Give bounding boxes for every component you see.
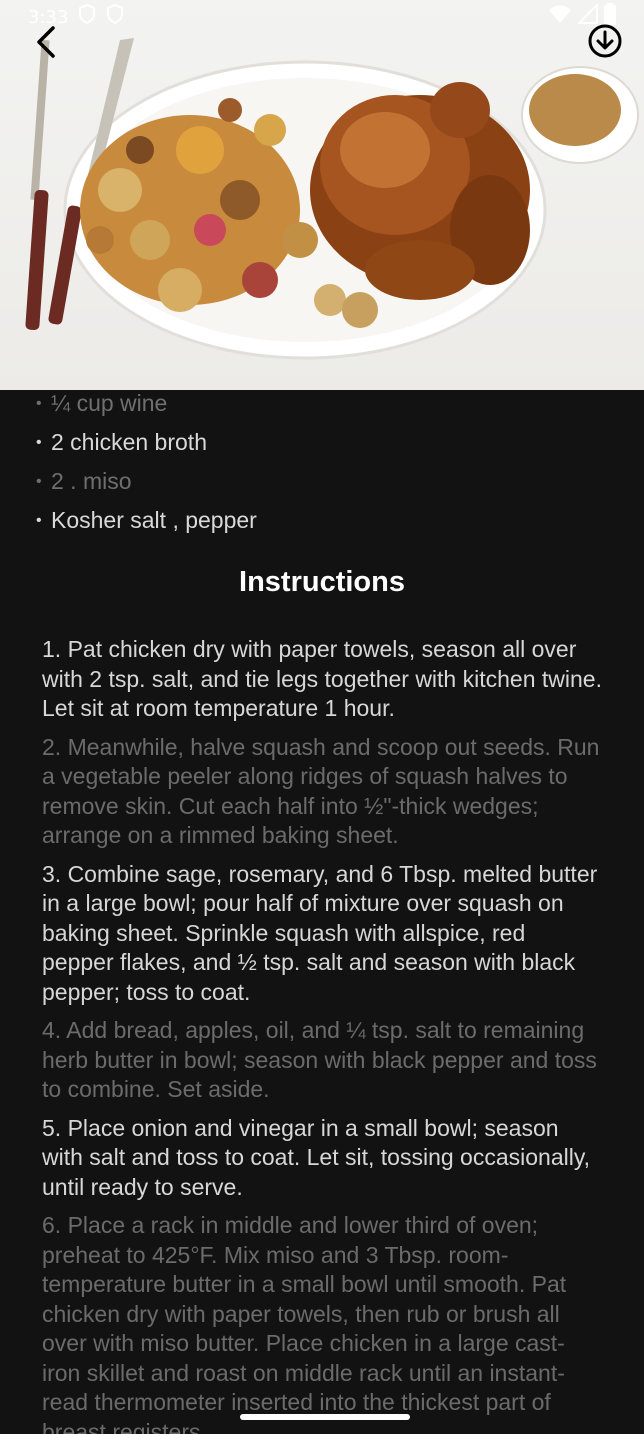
- ingredient-item: • 2 chicken broth: [36, 429, 207, 455]
- roast-chicken-illustration: [25, 38, 639, 360]
- download-circle-icon: [587, 23, 623, 64]
- instruction-step: 6. Place a rack in middle and lower thir…: [42, 1212, 567, 1434]
- ingredient-item: • Kosher salt , pepper: [36, 507, 257, 533]
- shield-icon: [106, 3, 124, 30]
- ingredients-list: • ¼ cup wine • 2 chicken broth • 2 . mis…: [0, 390, 644, 540]
- recipe-content: • ¼ cup wine • 2 chicken broth • 2 . mis…: [0, 390, 644, 1434]
- recipe-hero-image: [0, 0, 644, 390]
- instruction-step: 1. Pat chicken dry with paper towels, se…: [42, 636, 602, 721]
- instruction-step: 3. Combine sage, rosemary, and 6 Tbsp. m…: [42, 860, 598, 1005]
- back-button[interactable]: [26, 24, 66, 64]
- instruction-step: 4. Add bread, apples, oil, and ¼ tsp. sa…: [42, 1017, 597, 1102]
- download-button[interactable]: [584, 22, 626, 64]
- ingredient-item: • ¼ cup wine: [36, 390, 168, 416]
- status-bar: 3:33: [0, 0, 644, 34]
- shield-icon: [78, 3, 96, 30]
- chevron-left-icon: [34, 25, 58, 64]
- wifi-icon: [548, 4, 572, 30]
- instructions-heading: Instructions: [239, 566, 405, 598]
- ingredient-item: • 2 . miso: [36, 468, 132, 494]
- home-indicator[interactable]: [240, 1414, 410, 1420]
- instruction-step: 2. Meanwhile, halve squash and scoop out…: [42, 733, 600, 849]
- instruction-step: 5. Place onion and vinegar in a small bo…: [42, 1114, 591, 1200]
- instructions-list: 1. Pat chicken dry with paper towels, se…: [0, 635, 644, 1434]
